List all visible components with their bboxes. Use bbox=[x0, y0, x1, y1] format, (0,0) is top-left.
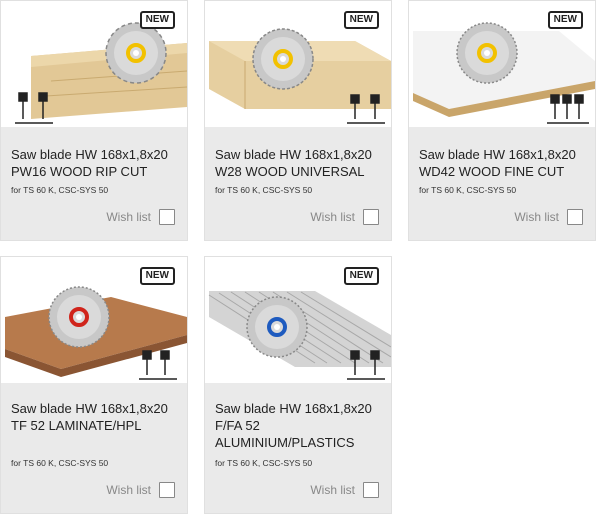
product-title[interactable]: Saw blade HW 168x1,8x20 F/FA 52 ALUMINIU… bbox=[215, 400, 381, 451]
wish-list-label: Wish list bbox=[514, 210, 559, 224]
wish-list-toggle[interactable]: Wish list bbox=[514, 209, 583, 225]
wish-list-checkbox[interactable] bbox=[567, 209, 583, 225]
product-compatibility: for TS 60 K, CSC-SYS 50 bbox=[215, 185, 313, 195]
wish-list-label: Wish list bbox=[106, 210, 151, 224]
new-badge: NEW bbox=[547, 11, 583, 29]
saw-blade-icon bbox=[105, 22, 167, 84]
product-title[interactable]: Saw blade HW 168x1,8x20 TF 52 LAMINATE/H… bbox=[11, 400, 177, 434]
product-title[interactable]: Saw blade HW 168x1,8x20 PW16 WOOD RIP CU… bbox=[11, 146, 177, 180]
new-badge: NEW bbox=[139, 267, 175, 285]
wish-list-checkbox[interactable] bbox=[159, 209, 175, 225]
wish-list-checkbox[interactable] bbox=[363, 482, 379, 498]
wish-list-checkbox[interactable] bbox=[363, 209, 379, 225]
wish-list-toggle[interactable]: Wish list bbox=[310, 209, 379, 225]
new-badge: NEW bbox=[139, 11, 175, 29]
saw-blade-icon bbox=[246, 296, 308, 358]
cut-symbol-icon bbox=[547, 94, 589, 124]
product-title[interactable]: Saw blade HW 168x1,8x20 WD42 WOOD FINE C… bbox=[419, 146, 585, 180]
product-card[interactable]: NEW Saw blade HW 168x1,8x20 WD42 WOOD FI… bbox=[408, 0, 596, 241]
product-image[interactable]: NEW bbox=[205, 257, 391, 383]
product-image[interactable]: NEW bbox=[409, 1, 595, 127]
product-title[interactable]: Saw blade HW 168x1,8x20 W28 WOOD UNIVERS… bbox=[215, 146, 381, 180]
new-badge: NEW bbox=[343, 11, 379, 29]
product-image[interactable]: NEW bbox=[205, 1, 391, 127]
product-compatibility: for TS 60 K, CSC-SYS 50 bbox=[11, 458, 109, 468]
product-card[interactable]: NEW Saw blade HW 168x1,8x20 W28 WOOD UNI… bbox=[204, 0, 392, 241]
new-badge: NEW bbox=[343, 267, 379, 285]
wish-list-label: Wish list bbox=[310, 210, 355, 224]
product-image[interactable]: NEW bbox=[1, 1, 187, 127]
wish-list-toggle[interactable]: Wish list bbox=[106, 209, 175, 225]
wish-list-label: Wish list bbox=[106, 483, 151, 497]
product-card[interactable]: NEW Saw blade HW 168x1,8x20 TF 52 LAMINA… bbox=[0, 256, 188, 514]
saw-blade-icon bbox=[252, 28, 314, 90]
wish-list-toggle[interactable]: Wish list bbox=[310, 482, 379, 498]
product-card[interactable]: NEW Saw blade HW 168x1,8x20 PW16 WOOD RI… bbox=[0, 0, 188, 241]
product-compatibility: for TS 60 K, CSC-SYS 50 bbox=[419, 185, 517, 195]
product-compatibility: for TS 60 K, CSC-SYS 50 bbox=[11, 185, 109, 195]
product-card[interactable]: NEW Saw blade HW 168x1,8x20 F/FA 52 ALUM… bbox=[204, 256, 392, 514]
wish-list-checkbox[interactable] bbox=[159, 482, 175, 498]
wish-list-toggle[interactable]: Wish list bbox=[106, 482, 175, 498]
saw-blade-icon bbox=[456, 22, 518, 84]
product-compatibility: for TS 60 K, CSC-SYS 50 bbox=[215, 458, 313, 468]
saw-blade-icon bbox=[48, 286, 110, 348]
cut-symbol-icon bbox=[139, 350, 177, 380]
product-image[interactable]: NEW bbox=[1, 257, 187, 383]
wish-list-label: Wish list bbox=[310, 483, 355, 497]
